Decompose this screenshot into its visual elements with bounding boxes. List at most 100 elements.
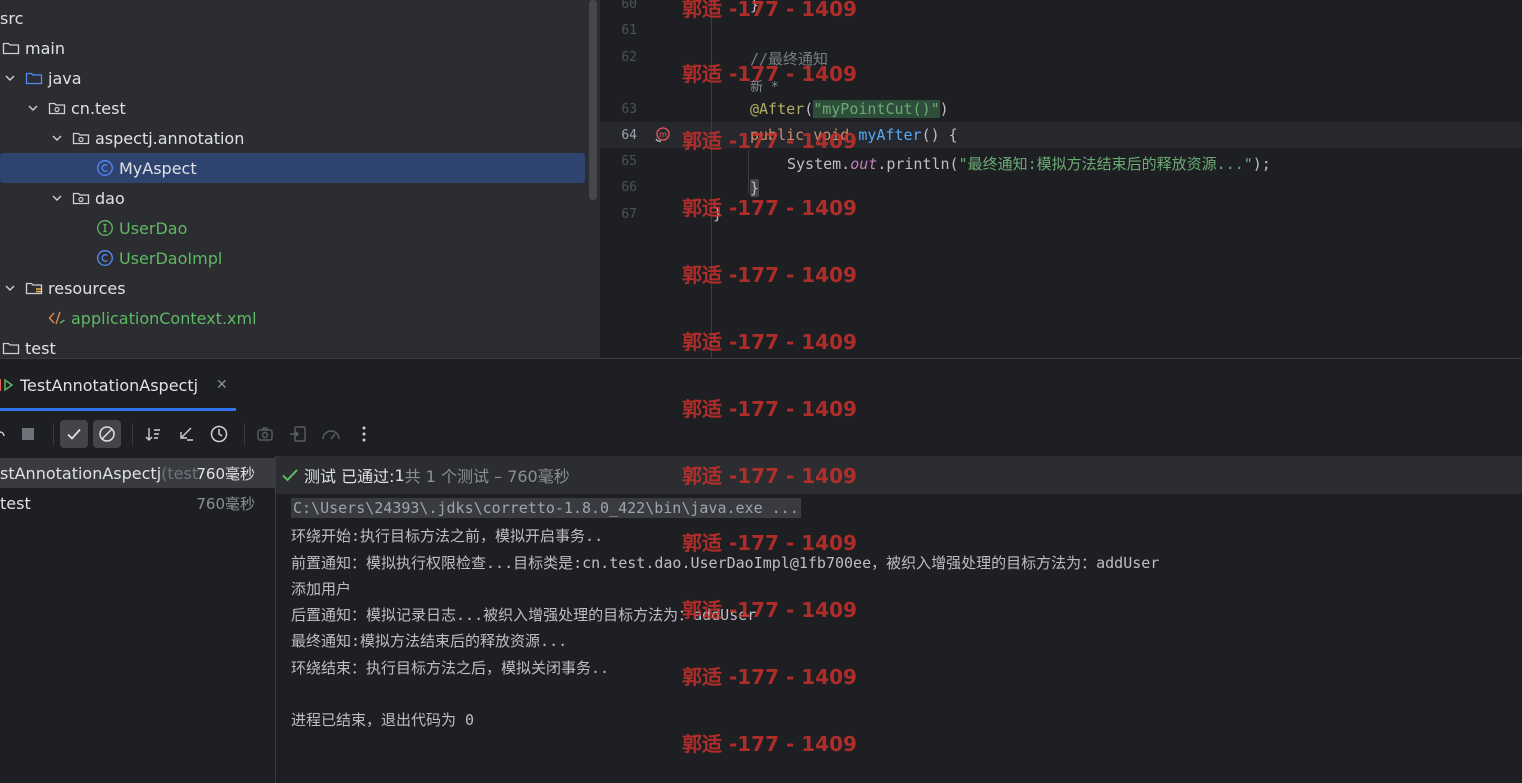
chevron-down-icon[interactable] — [50, 131, 64, 145]
keyword: public — [750, 126, 805, 144]
collapse-all-icon[interactable] — [172, 420, 200, 448]
tree-label: java — [48, 68, 82, 88]
console-line: 前置通知：模拟执行权限检查...目标类是:cn.test.dao.UserDao… — [291, 554, 1160, 572]
camera-icon[interactable] — [251, 420, 279, 448]
toolbar-separator — [132, 423, 133, 445]
indent-guide — [711, 0, 712, 358]
annotation: @After — [750, 100, 805, 118]
tree-item-myaspect[interactable]: MyAspect — [0, 153, 585, 183]
annotation-arg: "myPointCut()" — [813, 100, 940, 118]
tree-item-dao[interactable]: dao — [0, 183, 585, 213]
test-time: 760毫秒 — [196, 464, 255, 483]
tree-item-resources[interactable]: resources — [0, 273, 585, 303]
chevron-down-icon[interactable] — [50, 191, 64, 205]
tree-item-main[interactable]: main — [0, 33, 585, 63]
history-icon[interactable] — [205, 420, 233, 448]
svg-text:m: m — [659, 130, 667, 139]
chevron-down-icon[interactable] — [3, 281, 17, 295]
usage-hint[interactable]: 新 * — [750, 76, 779, 95]
more-options-icon[interactable] — [350, 420, 378, 448]
status-prefix: 测试 已通过: — [304, 467, 395, 486]
code-line-62: //最终通知 — [750, 48, 828, 69]
code-editor[interactable]: 60 61 62 63 64 65 66 67 m } //最终通知 新 * @… — [600, 0, 1522, 358]
sort-icon[interactable] — [139, 420, 167, 448]
tree-label: UserDao — [119, 218, 188, 238]
console-line: 环绕结束：执行目标方法之后，模拟关闭事务.. — [291, 659, 610, 677]
stop-button[interactable] — [14, 420, 42, 448]
console-output[interactable]: C:\Users\24393\.jdks\corretto-1.8.0_422\… — [276, 494, 1522, 783]
console-line: 后置通知：模拟记录日志...被织入增强处理的目标方法为：addUser — [291, 606, 757, 624]
tree-item-src[interactable]: src — [0, 3, 585, 33]
test-suffix: (test — [161, 463, 199, 483]
source-folder-icon — [25, 69, 43, 87]
line-number: 62 — [621, 50, 637, 65]
method-advice-icon[interactable]: m — [654, 127, 670, 143]
code-line-60: } — [750, 0, 759, 14]
package-icon — [72, 189, 90, 207]
tree-item-test[interactable]: test — [0, 333, 585, 358]
code-line-63: @After("myPointCut()") — [750, 100, 949, 118]
coverage-icon[interactable] — [317, 420, 345, 448]
chevron-down-icon[interactable] — [26, 101, 40, 115]
show-ignored-toggle[interactable] — [93, 420, 121, 448]
chevron-down-icon[interactable] — [3, 71, 17, 85]
tree-item-applicationcontext-xml[interactable]: applicationContext.xml — [0, 303, 585, 333]
run-tab[interactable]: TestAnnotationAspectj ✕ — [0, 359, 228, 411]
code-line-67: } — [713, 205, 722, 223]
class-icon — [96, 249, 114, 267]
keyword: void — [813, 126, 850, 144]
tree-label: applicationContext.xml — [71, 308, 257, 328]
console-command[interactable]: C:\Users\24393\.jdks\corretto-1.8.0_422\… — [291, 498, 801, 518]
line-number: 63 — [621, 102, 637, 117]
status-passed-count: 1 — [394, 465, 405, 485]
tree-scrollbar[interactable] — [589, 0, 597, 200]
tab-underline — [0, 408, 236, 411]
project-tree: src main java cn.test aspectj.annotation… — [0, 0, 600, 358]
import-icon[interactable] — [284, 420, 312, 448]
brace: } — [750, 0, 760, 14]
code-line-64: public void myAfter() { — [750, 126, 958, 144]
tree-label: src — [0, 8, 24, 28]
tree-label: cn.test — [71, 98, 126, 118]
folder-icon — [2, 39, 20, 57]
run-config-icon — [0, 377, 14, 393]
brace: } — [750, 179, 760, 197]
println-static: out — [850, 155, 878, 173]
line-number: 60 — [621, 0, 637, 12]
line-number: 66 — [621, 180, 637, 195]
status-detail: 共 1 个测试 – 760毫秒 — [404, 467, 570, 486]
console-line: C:\Users\24393\.jdks\corretto-1.8.0_422\… — [291, 498, 801, 518]
method-tail: () { — [921, 126, 958, 144]
test-time: 760毫秒 — [196, 494, 255, 513]
console-line: 添加用户 — [291, 580, 352, 598]
tree-label: aspectj.annotation — [95, 128, 245, 148]
console-line: 最终通知:模拟方法结束后的释放资源... — [291, 632, 568, 650]
hint-text: 新 * — [750, 80, 779, 95]
test-row-class[interactable]: stAnnotationAspectj (test 760毫秒 — [0, 458, 275, 488]
line-number: 67 — [621, 207, 637, 222]
test-row-method[interactable]: test 760毫秒 — [0, 488, 275, 518]
line-number: 65 — [621, 154, 637, 169]
line-number: 64 — [621, 128, 637, 143]
tree-item-java[interactable]: java — [0, 63, 585, 93]
xml-file-icon — [48, 309, 66, 327]
tree-item-cn-test[interactable]: cn.test — [0, 93, 585, 123]
show-passed-toggle[interactable] — [60, 420, 88, 448]
println-prefix: System. — [787, 155, 851, 173]
tree-item-userdao[interactable]: UserDao — [0, 213, 585, 243]
class-icon — [96, 159, 114, 177]
tree-label: resources — [48, 278, 126, 298]
close-icon[interactable]: ✕ — [216, 377, 228, 393]
tree-item-aspectj-annotation[interactable]: aspectj.annotation — [0, 123, 585, 153]
rerun-icon[interactable] — [0, 420, 8, 448]
test-label: stAnnotationAspectj — [0, 463, 162, 483]
resources-folder-icon — [25, 279, 43, 297]
toolbar-separator — [244, 423, 245, 445]
test-status-bar: 测试 已通过: 1 共 1 个测试 – 760毫秒 — [276, 456, 1522, 494]
package-icon — [48, 99, 66, 117]
method-name: myAfter — [858, 126, 922, 144]
tree-label: UserDaoImpl — [119, 248, 223, 268]
code-line-66: } — [750, 179, 760, 197]
tree-item-userdaoimpl[interactable]: UserDaoImpl — [0, 243, 585, 273]
check-icon — [281, 466, 299, 484]
